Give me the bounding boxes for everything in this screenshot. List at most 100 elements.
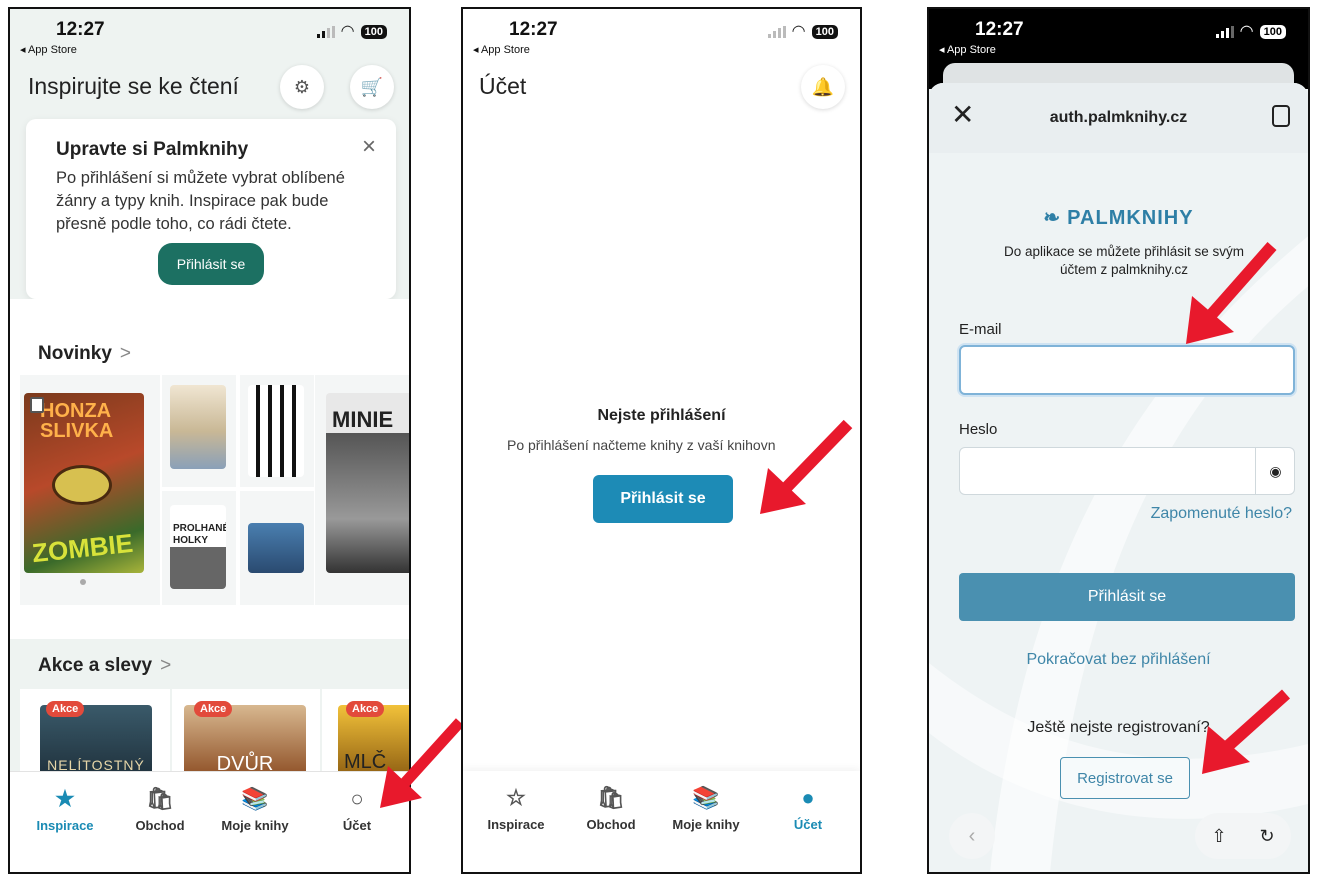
tab-obchod[interactable]: 🛍 Obchod <box>115 786 205 833</box>
book-cover-audio[interactable] <box>248 523 304 573</box>
section-akce[interactable]: Akce a slevy > <box>38 655 171 677</box>
books-icon: 📚 <box>692 785 720 810</box>
palm-leaf-icon: ❧ <box>1043 207 1062 229</box>
book-cover-zombie[interactable]: HONZA SLIVKA ZOMBIE <box>24 393 144 573</box>
logo-text: PALMKNIHY <box>1067 207 1194 229</box>
status-bar: 12:27 ◂ App Store ◠ 100 <box>10 9 409 61</box>
login-subtitle: Do aplikace se můžete přihlásit se svým … <box>1003 244 1245 277</box>
status-bar: 12:27 ◂ App Store ◠ 100 <box>463 9 860 61</box>
section-akce-label: Akce a slevy <box>38 655 153 676</box>
back-icon[interactable]: ‹ <box>949 813 995 859</box>
star-icon: ☆ <box>506 785 526 810</box>
url-label: auth.palmknihy.cz <box>1049 109 1188 126</box>
phone-ucet: 12:27 ◂ App Store ◠ 100 Účet 🔔 Nejste př… <box>461 7 862 874</box>
tab-ucet[interactable]: ● Účet <box>763 785 853 832</box>
status-time: 12:27 <box>56 19 105 40</box>
password-label: Heslo <box>959 421 998 438</box>
browser-actions: ⇧ ↻ <box>1195 813 1291 859</box>
empty-text: Po přihlášení načteme knihy z vaší kniho… <box>507 437 776 453</box>
promo-text: Po přihlášení si můžete vybrat oblíbené … <box>56 169 345 233</box>
book-cover-prolhane[interactable]: PROLHANÉ HOLKY <box>170 505 226 589</box>
user-icon: ○ <box>350 786 364 811</box>
sale-badge: Akce <box>194 701 233 717</box>
filter-icon[interactable]: ⚙ <box>280 65 324 109</box>
continue-without-login-link[interactable]: Pokračovat bez přihlášení <box>929 651 1308 669</box>
reload-icon[interactable]: ↻ <box>1259 826 1274 847</box>
palmknihy-logo: ❧ PALMKNIHY <box>929 205 1308 230</box>
book-cover-paris[interactable] <box>170 385 226 469</box>
password-field[interactable] <box>959 447 1295 495</box>
battery-icon: 100 <box>811 25 838 39</box>
book-cover-minie[interactable]: MINIE <box>326 393 409 573</box>
tab-label: Moje knihy <box>221 818 289 833</box>
chevron-right-icon: > <box>119 343 132 364</box>
status-bar: 12:27 ◂ App Store ◠ 100 <box>929 9 1308 61</box>
section-novinky[interactable]: Novinky > <box>38 343 131 365</box>
status-icons: ◠ 100 <box>1215 23 1286 40</box>
basket-icon[interactable]: 🛒 <box>350 65 394 109</box>
share-icon[interactable]: ⇧ <box>1211 826 1226 847</box>
tab-label: Obchod <box>586 817 636 832</box>
tab-inspirace[interactable]: ★ Inspirace <box>20 786 110 833</box>
ebook-icon <box>30 397 44 413</box>
web-sheet: ✕ auth.palmknihy.cz ❧ PALMKNIHY Do aplika… <box>929 83 1308 872</box>
close-icon[interactable]: × <box>362 133 376 161</box>
email-label: E-mail <box>959 321 1002 338</box>
books-icon: 📚 <box>241 786 269 811</box>
page-title: Inspirujte se ke čtení <box>28 73 239 99</box>
tab-ucet[interactable]: ○ Účet <box>312 786 402 833</box>
tab-bar: ☆ Inspirace 🛍 Obchod 📚 Moje knihy ● Účet <box>463 771 860 872</box>
book-illustration <box>52 465 112 505</box>
tab-obchod[interactable]: 🛍 Obchod <box>566 785 656 832</box>
shop-icon: 🛍 <box>597 785 625 810</box>
shop-icon: 🛍 <box>146 786 174 811</box>
back-to-app-store[interactable]: ◂ App Store <box>20 43 77 56</box>
tab-bar: ★ Inspirace 🛍 Obchod 📚 Moje knihy ○ Účet <box>10 771 409 872</box>
phone-inspirace: 12:27 ◂ App Store ◠ 100 Inspirujte se ke… <box>8 7 411 874</box>
tabs-icon[interactable] <box>1272 105 1290 127</box>
sale-badge: Akce <box>46 701 85 717</box>
eye-icon[interactable]: ◉ <box>1255 447 1295 495</box>
signal-icon <box>1215 26 1234 38</box>
chevron-right-icon: > <box>160 655 172 676</box>
tab-label: Obchod <box>135 818 185 833</box>
back-to-app-store[interactable]: ◂ App Store <box>473 43 530 56</box>
empty-title: Nejste přihlášení <box>597 407 726 424</box>
book-cover-piano[interactable] <box>248 385 304 477</box>
wifi-icon: ◠ <box>791 23 806 40</box>
tab-moje-knihy[interactable]: 📚 Moje knihy <box>661 785 751 832</box>
status-icons: ◠ 100 <box>767 23 838 40</box>
register-button[interactable]: Registrovat se <box>1060 757 1190 799</box>
signal-icon <box>316 26 335 38</box>
book-title: MINIE <box>332 407 394 432</box>
login-button[interactable]: Přihlásit se <box>959 573 1295 621</box>
not-registered-text: Ještě nejste registrovaní? <box>1027 719 1210 736</box>
page-dot <box>80 579 86 585</box>
bell-icon[interactable]: 🔔 <box>801 65 845 109</box>
user-icon: ● <box>801 785 815 810</box>
wifi-icon: ◠ <box>1239 23 1254 40</box>
tab-label: Moje knihy <box>672 817 740 832</box>
book-title: PROLHANÉ HOLKY <box>173 523 226 546</box>
wifi-icon: ◠ <box>340 23 355 40</box>
tab-moje-knihy[interactable]: 📚 Moje knihy <box>210 786 300 833</box>
tab-inspirace[interactable]: ☆ Inspirace <box>471 785 561 832</box>
tab-label: Inspirace <box>36 818 94 833</box>
sale-badge: Akce <box>346 701 385 717</box>
back-to-app-store[interactable]: ◂ App Store <box>939 43 996 56</box>
tab-label: Účet <box>793 817 823 832</box>
battery-icon: 100 <box>1259 25 1286 39</box>
tab-label: Inspirace <box>487 817 545 832</box>
forgot-password-link[interactable]: Zapomenuté heslo? <box>1151 505 1292 523</box>
promo-login-button[interactable]: Přihlásit se <box>158 243 264 285</box>
status-time: 12:27 <box>509 19 558 40</box>
email-field[interactable] <box>959 345 1295 395</box>
promo-title: Upravte si Palmknihy <box>56 139 249 160</box>
book-title: ZOMBIE <box>30 527 135 569</box>
promo-card: Upravte si Palmknihy × Po přihlášení si … <box>26 119 396 299</box>
login-button[interactable]: Přihlásit se <box>593 475 733 523</box>
signal-icon <box>767 26 786 38</box>
star-icon: ★ <box>55 786 75 811</box>
status-time: 12:27 <box>975 19 1024 40</box>
status-icons: ◠ 100 <box>316 23 387 40</box>
